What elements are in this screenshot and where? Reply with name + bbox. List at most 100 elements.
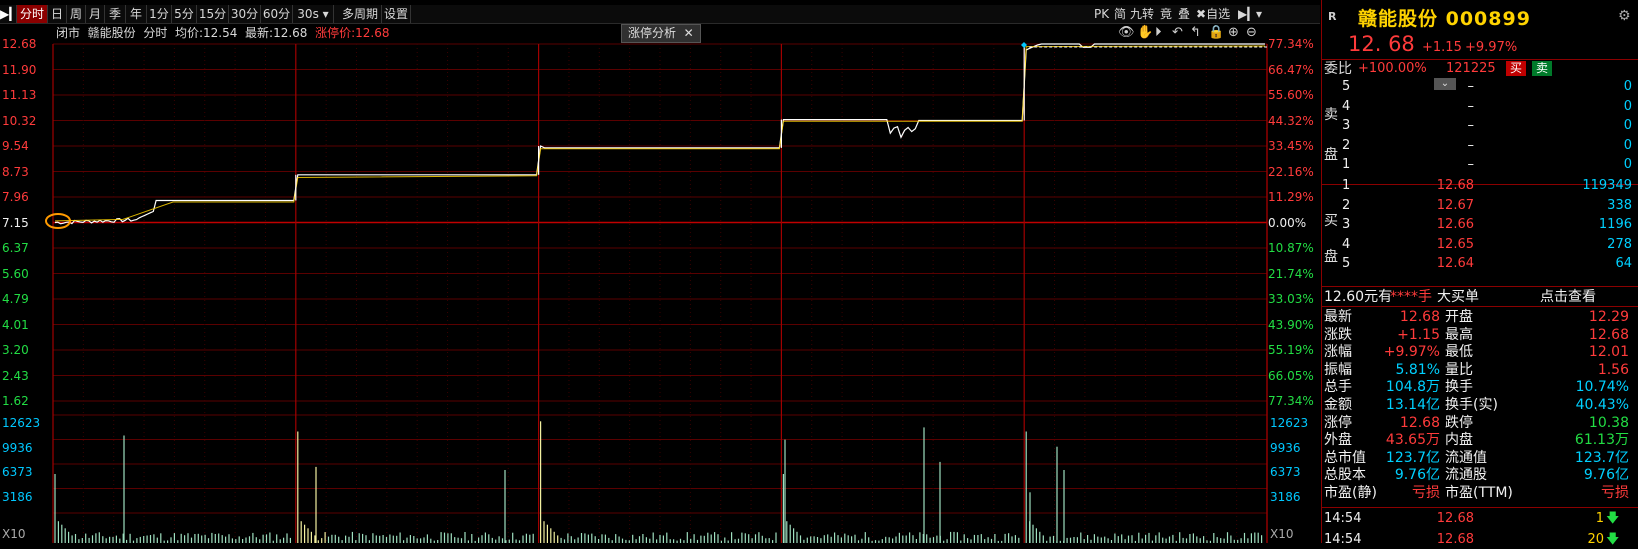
sells-row[interactable]: 2 – 0: [1322, 137, 1638, 155]
stat-l1: 涨幅: [1324, 344, 1352, 361]
stat-row: 最新 12.68 开盘 12.29: [1322, 308, 1638, 326]
big-order-row[interactable]: 12.60元有 ****手 大买单 点击查看: [1322, 288, 1638, 306]
tick-time: 14:54: [1324, 532, 1362, 547]
volume-axis-label: 12623: [2, 416, 41, 430]
level: 5: [1342, 256, 1351, 272]
order-price: –: [1467, 98, 1475, 114]
order-volume: 0: [1623, 118, 1632, 134]
sells-row[interactable]: 3 – 0: [1322, 117, 1638, 135]
order-price: 12.68: [1436, 178, 1474, 193]
order-price: –: [1467, 118, 1475, 134]
stat-v1: +9.97%: [1383, 344, 1440, 361]
stat-l2: 流通股: [1445, 467, 1487, 484]
tick-row: 14:54 12.68 1 🡇: [1322, 510, 1638, 528]
tick-time: 14:54: [1324, 511, 1362, 526]
price-axis-label: 8.73: [2, 164, 29, 179]
percent-axis-label: 0.00%: [1268, 215, 1307, 230]
stat-row: 总手 104.8万 换手 10.74%: [1322, 378, 1638, 396]
stat-l1: 总手: [1324, 379, 1352, 396]
stat-v2: 12.01: [1588, 344, 1629, 361]
stat-l1: 金额: [1324, 397, 1352, 413]
stat-row: 涨跌 +1.15 最高 12.68: [1322, 326, 1638, 344]
current-price: 12. 68: [1348, 32, 1415, 56]
price-axis-label: 1.62: [2, 394, 29, 408]
volume-axis-label-right: 9936: [1270, 440, 1301, 455]
stat-v1: 5.81%: [1395, 361, 1440, 378]
stat-l1: 涨跌: [1324, 326, 1352, 343]
level: 4: [1342, 98, 1351, 114]
buys-row[interactable]: 1 12.68 119349: [1322, 177, 1638, 195]
percent-axis-label: 22.16%: [1268, 164, 1314, 179]
stat-v2: 10.38: [1588, 414, 1629, 431]
stat-v1: 104.8万: [1385, 379, 1440, 396]
sells-row[interactable]: 4 – 0: [1322, 98, 1638, 116]
gear-icon[interactable]: ⚙: [1618, 8, 1631, 24]
percent-axis-label: 33.45%: [1268, 139, 1314, 153]
buys-row[interactable]: 4 12.65 278: [1322, 236, 1638, 254]
quote-panel: R 赣能股份 000899 ⚙ 12. 68 +1.15 +9.97% 委比 +…: [1321, 0, 1638, 547]
stat-l2: 换手(实): [1445, 397, 1498, 413]
stat-v2: 10.74%: [1575, 379, 1629, 396]
order-volume: 0: [1623, 137, 1632, 153]
stat-l2: 开盘: [1445, 309, 1473, 325]
stat-v2: 123.7亿: [1574, 449, 1629, 466]
order-volume: 278: [1607, 236, 1632, 252]
intraday-chart[interactable]: [0, 0, 1320, 543]
stat-l1: 总股本: [1324, 467, 1366, 484]
stat-l2: 最高: [1445, 326, 1473, 343]
divider: [1322, 507, 1638, 508]
percent-axis-label: 77.34%: [1268, 394, 1314, 408]
big-order-view-link[interactable]: 点击查看: [1540, 288, 1596, 306]
tick-row: 14:54 12.68 20 🡇: [1322, 531, 1638, 549]
price-axis-label: 11.90: [2, 62, 37, 77]
buys-row[interactable]: 2 12.67 338: [1322, 197, 1638, 215]
percent-axis-label: 21.74%: [1268, 266, 1314, 281]
stat-row: 外盘 43.65万 内盘 61.13万: [1322, 431, 1638, 449]
level: 2: [1342, 197, 1351, 213]
stat-v1: 43.65万: [1385, 432, 1440, 449]
sell-button[interactable]: 卖: [1532, 61, 1552, 76]
order-price: –: [1467, 157, 1475, 173]
buys-row[interactable]: 3 12.66 1196: [1322, 216, 1638, 234]
level: 2: [1342, 137, 1351, 153]
price-axis-label: 7.96: [2, 190, 29, 204]
divider: [1322, 286, 1638, 287]
stat-v1: 12.68: [1399, 309, 1440, 325]
price-axis-label: 3.20: [2, 343, 29, 357]
tick-volume: 20: [1587, 532, 1604, 547]
order-price: 12.65: [1436, 236, 1474, 252]
order-price: 12.67: [1436, 197, 1474, 213]
percent-axis-label: 44.32%: [1268, 113, 1314, 128]
percent-axis-label: 11.29%: [1268, 190, 1314, 204]
stat-row: 振幅 5.81% 量比 1.56: [1322, 361, 1638, 379]
volume-axis-label-right: 3186: [1270, 489, 1301, 504]
down-arrow-icon: 🡇: [1606, 511, 1620, 526]
stat-v1: 13.14亿: [1385, 397, 1440, 413]
weibi-label: 委比: [1324, 61, 1352, 77]
chart-grid: [52, 43, 1268, 543]
order-price: –: [1467, 137, 1475, 153]
buy-button[interactable]: 买: [1506, 61, 1526, 76]
order-price: 12.64: [1436, 256, 1474, 272]
stat-row: 总股本 9.76亿 流通股 9.76亿: [1322, 466, 1638, 484]
buys-row[interactable]: 5 12.64 64: [1322, 255, 1638, 273]
stat-l1: 振幅: [1324, 361, 1352, 378]
divider: [1322, 306, 1638, 307]
price-axis-label: 2.43: [2, 368, 29, 383]
sells-row[interactable]: 1 – 0: [1322, 156, 1638, 174]
chart-marks: [45, 42, 1267, 543]
percent-axis-label: 33.03%: [1268, 292, 1314, 306]
stat-v2: 亏损: [1601, 485, 1629, 501]
level: 1: [1342, 178, 1351, 193]
stat-v2: 61.13万: [1574, 432, 1629, 449]
price-axis-label: 4.79: [2, 292, 29, 306]
level: 5: [1342, 79, 1351, 94]
tick-price: 12.68: [1436, 532, 1474, 547]
stat-v2: 1.56: [1597, 361, 1629, 378]
stat-l1: 外盘: [1324, 432, 1352, 449]
volume-axis-label: 3186: [2, 489, 33, 504]
sells-row[interactable]: 5 – 0: [1322, 78, 1638, 96]
weibi-num: 121225: [1446, 61, 1496, 76]
volume-unit-label: X10: [2, 527, 26, 541]
order-volume: 119349: [1582, 178, 1632, 193]
